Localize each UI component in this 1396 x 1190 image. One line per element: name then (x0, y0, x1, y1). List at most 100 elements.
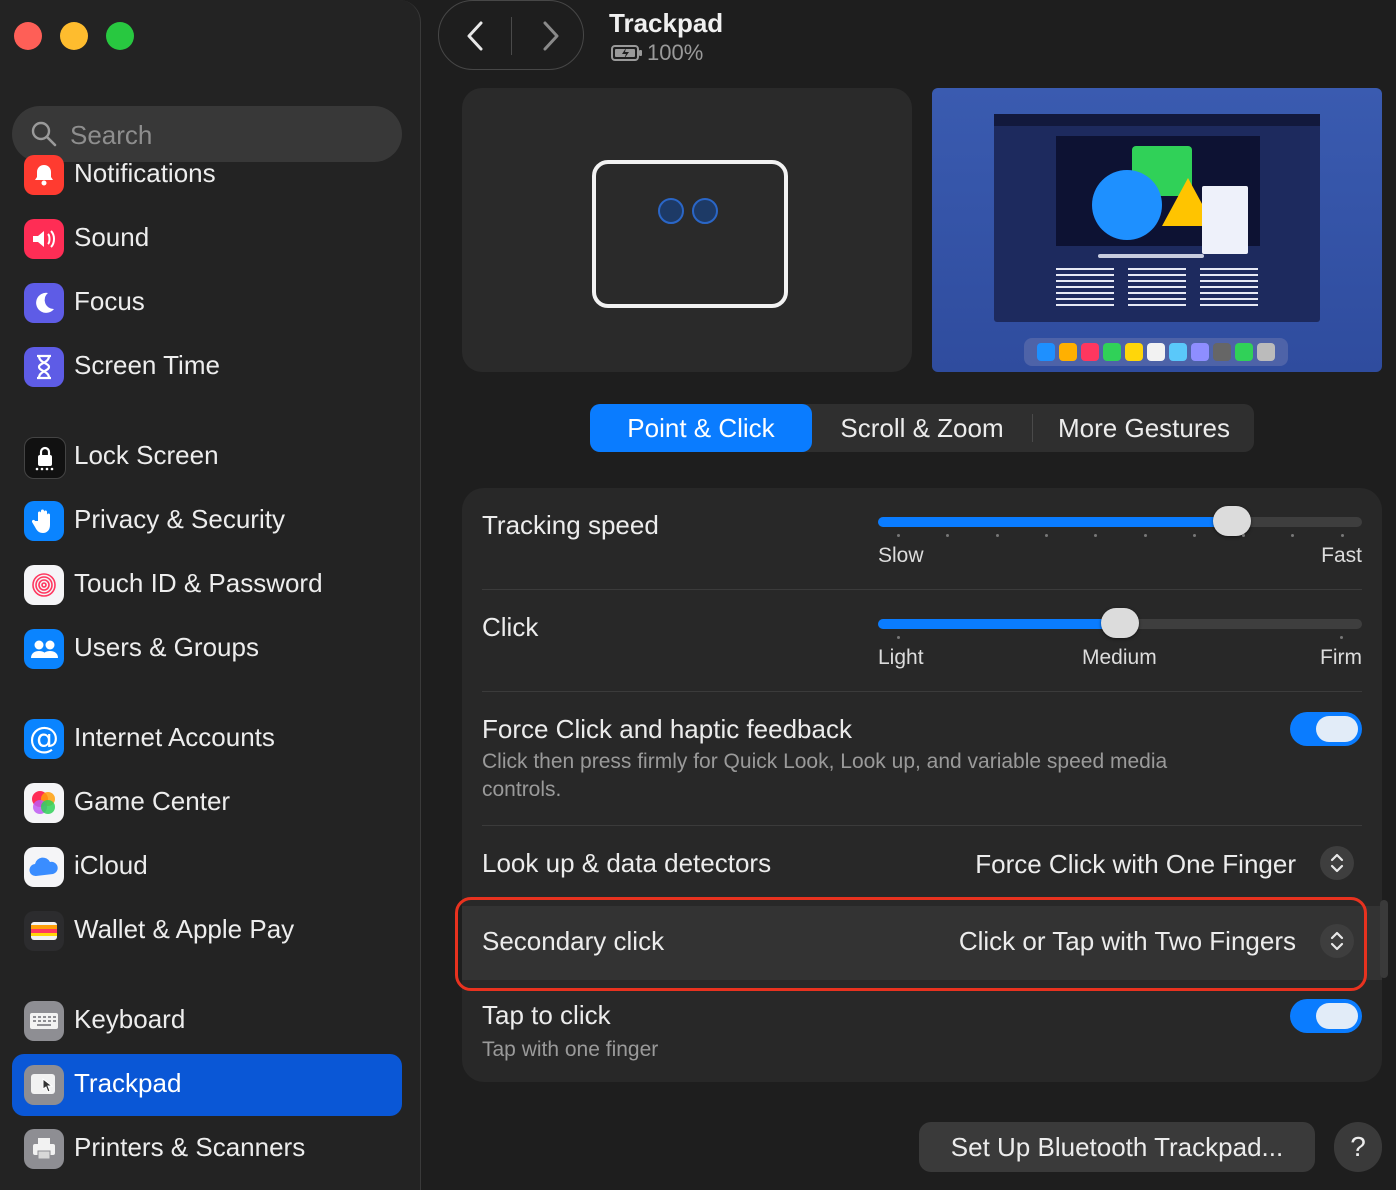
users-icon (24, 629, 64, 669)
tracking-max-label: Fast (1321, 544, 1362, 567)
battery-percentage: 100% (647, 40, 704, 65)
wallet-icon (24, 911, 64, 951)
sidebar-item-label: Printers & Scanners (74, 1132, 306, 1162)
chevron-left-icon[interactable] (461, 19, 491, 53)
chevron-up-down-icon (1330, 853, 1344, 873)
sidebar-item-icloud[interactable]: iCloud (12, 836, 402, 898)
tab-point-click[interactable]: Point & Click (590, 404, 812, 452)
preview-dock (1024, 338, 1288, 366)
sidebar-item-touch-id[interactable]: Touch ID & Password (12, 554, 402, 616)
row-divider (482, 589, 1362, 590)
sidebar-item-screen-time[interactable]: Screen Time (12, 336, 402, 398)
sidebar-item-label: Wallet & Apple Pay (74, 914, 295, 944)
printer-icon (24, 1129, 64, 1169)
lookup-popup-button[interactable] (1320, 846, 1354, 880)
bell-icon (24, 155, 64, 195)
zoom-window-button[interactable] (106, 22, 134, 50)
page-title: Trackpad (609, 8, 724, 38)
slider-tick (1340, 636, 1343, 639)
tab-more-gestures[interactable]: More Gestures (1034, 404, 1254, 452)
slider-knob[interactable] (1101, 608, 1139, 638)
chevron-right-icon[interactable] (535, 19, 565, 53)
sidebar-item-game-center[interactable]: Game Center (12, 772, 402, 834)
setup-bluetooth-trackpad-button[interactable]: Set Up Bluetooth Trackpad... (919, 1122, 1315, 1172)
gesture-preview (462, 88, 912, 372)
tab-bar: Point & Click Scroll & Zoom More Gesture… (590, 404, 1254, 452)
sidebar-item-printers[interactable]: Printers & Scanners (12, 1118, 402, 1180)
gesture-video-preview (932, 88, 1382, 372)
sidebar-item-focus[interactable]: Focus (12, 272, 402, 334)
click-label: Click (482, 612, 539, 642)
sidebar-item-label: Notifications (74, 158, 216, 188)
hand-icon (24, 501, 64, 541)
sidebar-item-keyboard[interactable]: Keyboard (12, 990, 402, 1052)
slider-knob[interactable] (1212, 506, 1251, 536)
preview-window (1056, 136, 1260, 254)
sidebar-item-label: Users & Groups (74, 632, 259, 662)
navigation-buttons (438, 0, 584, 70)
slider-fill (878, 619, 1120, 629)
sidebar-item-wallet[interactable]: Wallet & Apple Pay (12, 900, 402, 962)
slider-tick (1340, 534, 1344, 537)
tracking-speed-slider[interactable] (878, 506, 1362, 536)
sidebar-item-label: Screen Time (74, 350, 220, 380)
row-divider (482, 691, 1362, 692)
sidebar-item-trackpad[interactable]: Trackpad (12, 1054, 402, 1116)
fingerprint-icon (24, 565, 64, 605)
keyboard-icon (24, 1001, 64, 1041)
sidebar-item-label: Trackpad (74, 1068, 182, 1098)
force-click-toggle[interactable] (1290, 712, 1362, 746)
slider-tick (946, 534, 950, 537)
finger-dot (658, 198, 684, 224)
sidebar-item-lock-screen[interactable]: Lock Screen (12, 426, 402, 488)
tab-scroll-zoom[interactable]: Scroll & Zoom (812, 404, 1032, 452)
sidebar-item-label: Sound (74, 222, 150, 252)
slider-tick (1094, 534, 1098, 537)
click-firm-label: Firm (1320, 646, 1362, 669)
close-window-button[interactable] (14, 22, 42, 50)
tap-to-click-label: Tap to click (482, 1000, 611, 1030)
game-center-icon (24, 783, 64, 823)
sidebar-item-sound[interactable]: Sound (12, 208, 402, 270)
slider-tick (1291, 534, 1295, 537)
preview-screen (994, 114, 1320, 322)
minimize-window-button[interactable] (60, 22, 88, 50)
sidebar-item-label: iCloud (74, 850, 148, 880)
sidebar-item-privacy-security[interactable]: Privacy & Security (12, 490, 402, 552)
slider-tick (1242, 534, 1246, 537)
highlight-annotation (455, 897, 1367, 991)
preview-menubar (994, 114, 1320, 126)
click-medium-label: Medium (1082, 646, 1157, 669)
tracking-speed-label: Tracking speed (482, 510, 659, 540)
sidebar-item-label: Privacy & Security (74, 504, 285, 534)
trackpad-illustration (592, 160, 788, 308)
sidebar-item-users-groups[interactable]: Users & Groups (12, 618, 402, 680)
lookup-label: Look up & data detectors (482, 848, 772, 878)
slider-tick (1044, 534, 1048, 537)
click-pressure-slider[interactable] (878, 608, 1362, 638)
finger-dot (692, 198, 718, 224)
force-click-label: Force Click and haptic feedback (482, 714, 852, 744)
sidebar-item-label: Focus (74, 286, 145, 316)
tracking-min-label: Slow (878, 544, 924, 567)
sidebar-item-label: Lock Screen (74, 440, 219, 470)
sidebar-item-internet-accounts[interactable]: @ Internet Accounts (12, 708, 402, 770)
moon-icon (24, 283, 64, 323)
settings-group: Tracking speed Slow Fast Click Light Med… (462, 488, 1382, 1082)
lookup-value[interactable]: Force Click with One Finger (975, 849, 1296, 880)
slider-tick (1143, 534, 1147, 537)
sidebar-item-notifications[interactable]: Notifications (12, 144, 402, 206)
scrollbar[interactable] (1380, 900, 1388, 978)
battery-status: 100% (611, 40, 703, 66)
slider-tick (897, 534, 900, 537)
tab-divider (1032, 414, 1033, 442)
sidebar-item-label: Keyboard (74, 1004, 186, 1034)
tap-to-click-toggle[interactable] (1290, 999, 1362, 1033)
nav-divider (511, 17, 512, 55)
sidebar: Notifications Sound Focus Screen Time Lo… (0, 0, 421, 1190)
at-sign-icon: @ (24, 719, 64, 759)
click-light-label: Light (878, 646, 924, 669)
sidebar-item-label: Game Center (74, 786, 231, 816)
slider-tick (897, 636, 900, 639)
help-button[interactable]: ? (1334, 1122, 1382, 1172)
